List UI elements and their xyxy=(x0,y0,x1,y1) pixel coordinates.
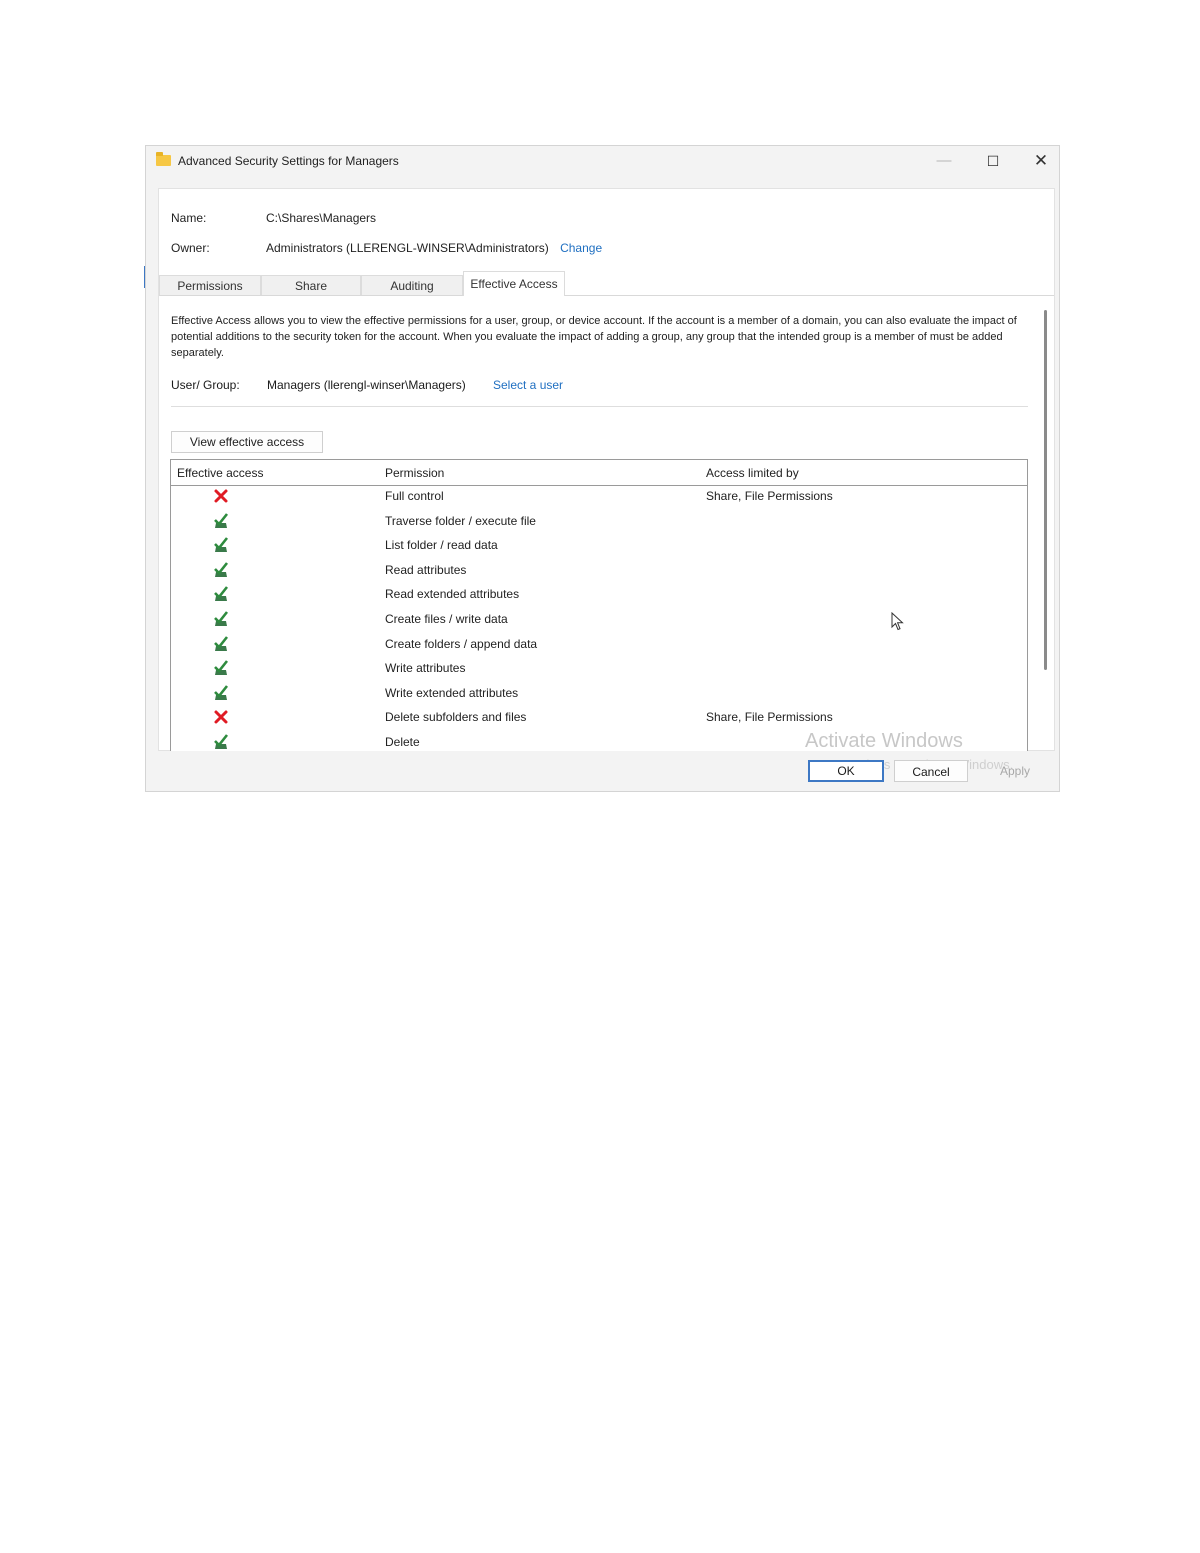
green-check-icon xyxy=(214,611,229,626)
effective-access-pane: Effective Access allows you to view the … xyxy=(159,296,1054,751)
green-check-icon xyxy=(214,512,229,528)
grid-header: Effective access Permission Access limit… xyxy=(171,460,1027,486)
owner-value: Administrators (LLERENGL-WINSER\Administ… xyxy=(266,241,602,255)
permission-name: List folder / read data xyxy=(385,538,498,553)
folder-icon xyxy=(156,152,171,166)
tab-share[interactable]: Share xyxy=(261,275,361,295)
select-user-link[interactable]: Select a user xyxy=(493,378,563,392)
section-divider xyxy=(171,406,1028,407)
tab-strip: Permissions Share Auditing Effective Acc… xyxy=(159,271,1054,296)
view-effective-access-button[interactable]: View effective access xyxy=(171,431,323,453)
permission-name: Full control xyxy=(385,489,444,503)
vertical-scrollbar[interactable] xyxy=(1044,310,1047,670)
header-effective-access[interactable]: Effective access xyxy=(177,466,263,480)
permission-name: Create folders / append data xyxy=(385,636,538,651)
access-limited-by: Share, File Permissions xyxy=(706,710,833,725)
effective-access-description: Effective Access allows you to view the … xyxy=(171,315,1017,359)
ok-button[interactable]: OK xyxy=(808,760,884,782)
table-row[interactable]: Write attributes xyxy=(171,657,1027,681)
permission-name: Write extended attributes xyxy=(385,685,519,700)
header-permission[interactable]: Permission xyxy=(385,466,444,480)
table-row[interactable]: Traverse folder / execute file xyxy=(171,510,1027,534)
cancel-button[interactable]: Cancel xyxy=(894,760,968,782)
dialog-content: Name: C:\Shares\Managers Owner: Administ… xyxy=(158,188,1055,751)
tab-effective-access[interactable]: Effective Access xyxy=(463,271,565,296)
title-bar: Advanced Security Settings for Managers … xyxy=(146,146,1059,178)
activate-windows-watermark: Activate Windows xyxy=(805,730,963,752)
table-row[interactable]: Read extended attributes xyxy=(171,583,1027,607)
table-row[interactable]: Delete subfolders and files Share, File P… xyxy=(171,706,1027,730)
mouse-cursor-icon xyxy=(891,612,904,631)
green-check-icon xyxy=(214,586,229,602)
minimize-button[interactable]: — xyxy=(921,146,967,176)
permission-name: Delete xyxy=(385,735,420,749)
permission-name: Create files / write data xyxy=(385,612,508,626)
tab-permissions[interactable]: Permissions xyxy=(159,275,261,295)
owner-label: Owner: xyxy=(171,241,210,255)
red-x-icon xyxy=(214,489,228,503)
table-row[interactable]: Write extended attributes xyxy=(171,682,1027,706)
change-owner-link[interactable]: Change xyxy=(560,241,602,255)
tab-auditing[interactable]: Auditing xyxy=(361,275,463,295)
permission-name: Write attributes xyxy=(385,661,466,676)
green-check-icon xyxy=(214,660,229,676)
owner-name: Administrators (LLERENGL-WINSER\Administ… xyxy=(266,241,549,255)
name-value: C:\Shares\Managers xyxy=(266,211,377,225)
access-limited-by: Share, File Permissions xyxy=(706,489,833,503)
user-group-value: Managers (llerengl-winser\Managers) xyxy=(267,378,466,392)
green-check-icon xyxy=(214,734,229,749)
table-row[interactable]: List folder / read data xyxy=(171,534,1027,558)
green-check-icon xyxy=(214,537,229,553)
green-check-icon xyxy=(214,684,229,700)
permission-name: Read extended attributes xyxy=(385,587,520,602)
permission-name: Read attributes xyxy=(385,562,467,577)
green-check-icon xyxy=(214,635,229,651)
red-x-icon xyxy=(214,710,228,724)
name-label: Name: xyxy=(171,211,207,225)
green-check-icon xyxy=(214,561,229,577)
header-access-limited-by[interactable]: Access limited by xyxy=(706,466,799,480)
advanced-security-settings-window: Advanced Security Settings for Managers … xyxy=(145,145,1060,792)
user-group-label: User/ Group: xyxy=(171,378,240,392)
table-row[interactable]: Create folders / append data xyxy=(171,633,1027,657)
apply-button[interactable]: Apply xyxy=(978,760,1052,782)
table-row[interactable]: Full control Share, File Permissions xyxy=(171,485,1027,509)
maximize-button[interactable]: ☐ xyxy=(970,146,1016,176)
permission-name: Delete subfolders and files xyxy=(385,710,527,725)
permission-name: Traverse folder / execute file xyxy=(385,513,536,528)
effective-access-grid: Effective access Permission Access limit… xyxy=(170,459,1028,751)
window-title: Advanced Security Settings for Managers xyxy=(178,154,399,168)
close-button[interactable]: ✕ xyxy=(1018,146,1064,176)
table-row[interactable]: Read attributes xyxy=(171,559,1027,583)
